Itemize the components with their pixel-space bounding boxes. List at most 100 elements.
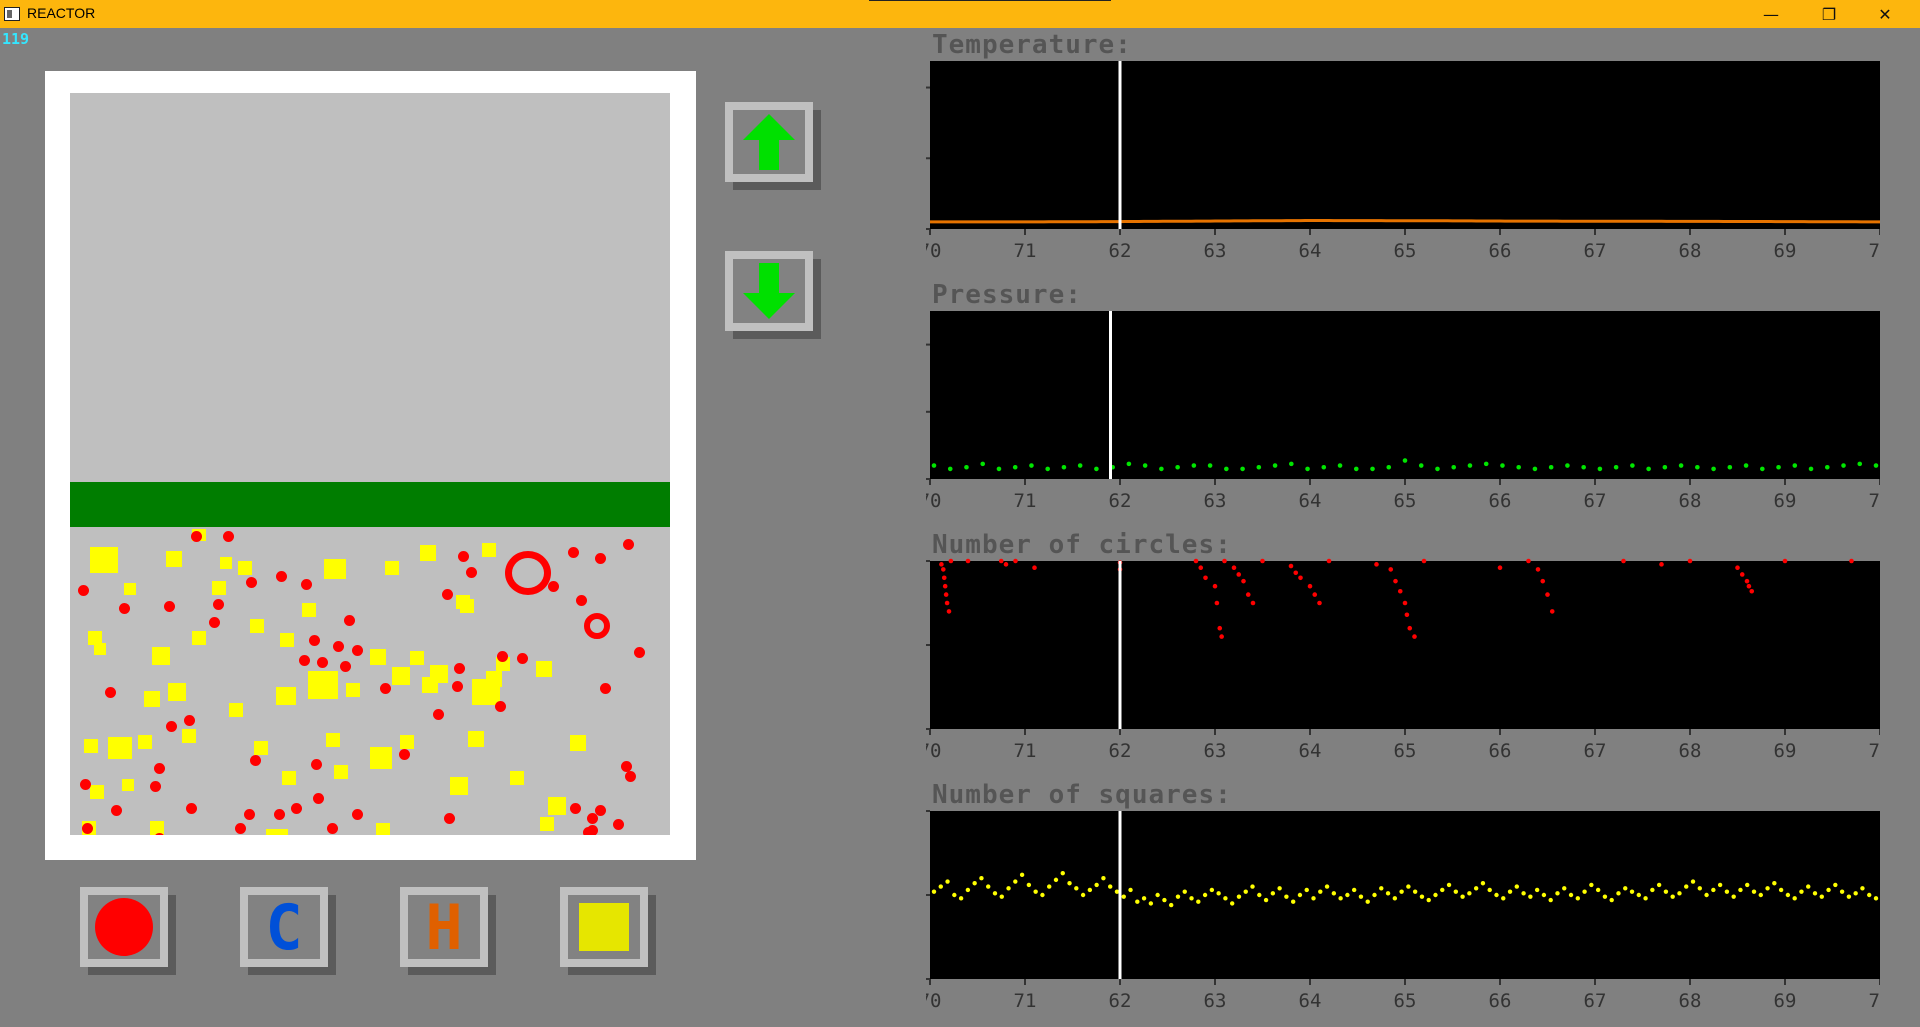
square-particle <box>334 765 348 779</box>
restore-icon[interactable]: ❐ <box>1806 0 1852 28</box>
data-point <box>1067 881 1072 886</box>
x-tick-label: 70 <box>1869 490 1880 512</box>
data-point <box>1433 892 1438 898</box>
circle-particle <box>81 823 93 834</box>
data-point <box>1135 899 1140 904</box>
data-point <box>1646 466 1651 472</box>
data-point <box>1528 894 1533 899</box>
data-point <box>1613 464 1619 470</box>
data-point <box>1040 892 1045 898</box>
heat-button[interactable]: H <box>400 887 496 975</box>
plot-area <box>930 561 1880 729</box>
data-point <box>1595 887 1601 893</box>
x-tick-label: 62 <box>1109 490 1132 512</box>
square-particle <box>385 561 399 575</box>
add-circle-button[interactable] <box>80 887 176 975</box>
data-point <box>1562 886 1567 891</box>
data-point <box>1358 894 1364 899</box>
data-point <box>1372 892 1377 898</box>
square-particle <box>108 737 132 759</box>
data-point <box>1824 464 1830 470</box>
data-point <box>965 558 971 564</box>
data-point <box>1808 466 1814 472</box>
add-square-button[interactable] <box>560 887 656 975</box>
data-point <box>1629 889 1635 894</box>
data-point <box>938 884 943 889</box>
circle-particle <box>379 683 391 694</box>
x-tick-label: 68 <box>1679 990 1702 1012</box>
window-title: REACTOR <box>27 5 96 21</box>
circle-particle <box>185 803 197 814</box>
data-point <box>1616 891 1621 896</box>
x-tick-label: 71 <box>1014 490 1037 512</box>
title-divider <box>869 0 1111 1</box>
data-point <box>1370 466 1375 472</box>
data-point <box>1446 882 1452 888</box>
data-point <box>1516 464 1521 470</box>
circle-particle <box>600 683 612 694</box>
data-point <box>1806 884 1811 889</box>
square-particle <box>570 735 586 751</box>
data-point <box>1418 463 1424 468</box>
data-point <box>1250 600 1256 606</box>
letter-h-icon: H <box>425 890 463 964</box>
circle-particle <box>275 571 287 582</box>
data-point <box>1404 612 1410 618</box>
data-point <box>1284 894 1289 899</box>
close-icon[interactable]: ✕ <box>1862 0 1908 28</box>
x-tick-label: 65 <box>1394 240 1417 262</box>
cool-button[interactable]: C <box>240 887 336 975</box>
piston-up-button[interactable] <box>725 102 821 190</box>
data-point <box>1263 897 1269 903</box>
data-point <box>1216 891 1221 896</box>
data-point <box>1697 886 1702 891</box>
circle-particle <box>516 653 528 664</box>
circle-particle <box>246 577 258 588</box>
reactor-chamber <box>70 93 670 835</box>
data-point <box>1168 902 1174 908</box>
piston-down-button[interactable] <box>725 251 821 339</box>
data-point <box>1435 466 1440 472</box>
square-particle <box>346 683 360 697</box>
data-point <box>1148 901 1154 906</box>
data-point <box>1224 466 1229 472</box>
minimize-icon[interactable]: — <box>1748 0 1794 28</box>
data-point <box>1711 887 1716 893</box>
x-tick-label: 66 <box>1489 990 1512 1012</box>
data-point <box>946 609 952 614</box>
pressure-plot: 0247071626364656667686970 <box>926 311 1880 512</box>
data-point <box>1662 464 1668 470</box>
data-point <box>1677 891 1682 896</box>
circle-particle <box>164 601 175 612</box>
circle-particle <box>612 819 624 830</box>
square-particle <box>482 543 496 557</box>
data-point <box>1305 466 1310 472</box>
data-point <box>1290 899 1296 904</box>
data-point <box>1155 892 1160 898</box>
data-point <box>1219 634 1224 639</box>
data-point <box>947 466 953 472</box>
data-point <box>1568 892 1574 898</box>
circle-particle <box>326 823 338 834</box>
data-point <box>972 881 977 886</box>
data-point <box>1460 894 1465 899</box>
data-point <box>1351 887 1357 893</box>
data-point <box>1765 886 1770 891</box>
data-point <box>1047 884 1052 889</box>
data-point <box>1397 588 1403 594</box>
x-tick-label: 66 <box>1489 240 1512 262</box>
x-tick-label: 70 <box>1869 990 1880 1012</box>
piston[interactable] <box>70 482 670 527</box>
circle-particle <box>575 595 587 606</box>
data-point <box>1453 889 1459 894</box>
x-tick-label: 64 <box>1299 990 1322 1012</box>
data-point <box>1087 887 1093 893</box>
circle-particle <box>569 803 581 814</box>
square-particle <box>410 651 424 665</box>
squares-plot: 0501007071626364656667686970 <box>926 810 1880 1012</box>
circle-particle <box>465 567 477 578</box>
square-particle <box>212 581 226 595</box>
data-point <box>1386 464 1392 470</box>
title-bar: REACTOR — ❐ ✕ <box>0 0 1920 28</box>
data-point <box>1540 578 1546 584</box>
